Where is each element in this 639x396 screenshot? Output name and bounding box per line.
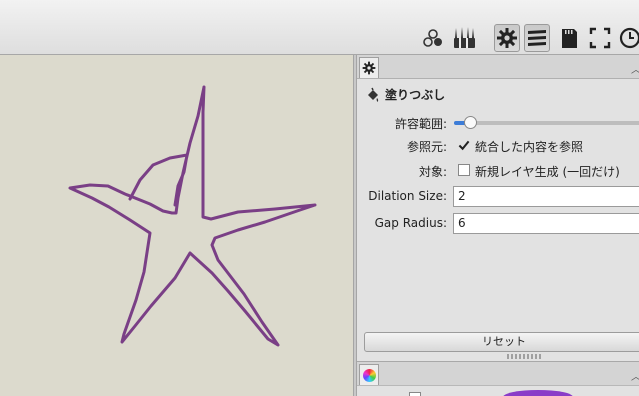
tool-settings-icon[interactable] xyxy=(494,24,520,52)
fullscreen-icon[interactable] xyxy=(587,24,613,52)
checkmark-icon xyxy=(458,140,470,150)
reset-button[interactable]: リセット xyxy=(364,332,639,352)
drawing-canvas[interactable] xyxy=(0,55,353,396)
panel-resize-grip[interactable] xyxy=(507,354,543,359)
tool-settings-panel: ︿ 塗りつぶし 許容範囲: 参照元: 統合した内容を参照 対象: 新規レイヤ生成… xyxy=(357,55,639,361)
tool-name: 塗りつぶし xyxy=(385,88,446,102)
clock-icon[interactable] xyxy=(616,24,639,52)
target-checkbox[interactable] xyxy=(458,164,470,176)
target-row: 対象: 新規レイヤ生成 (一回だけ) xyxy=(357,159,639,181)
tolerance-slider-knob[interactable] xyxy=(464,116,477,129)
layers-list-icon[interactable] xyxy=(524,24,550,52)
reference-checkbox[interactable] xyxy=(458,139,470,151)
gap-label: Gap Radius: xyxy=(374,216,447,230)
color-panel-collapse-icon[interactable]: ︿ xyxy=(631,368,639,383)
top-toolbar xyxy=(0,0,639,55)
color-panel-body xyxy=(357,386,639,396)
gap-radius-input[interactable]: 6 xyxy=(453,213,639,234)
star-drawing xyxy=(68,85,317,347)
reference-label: 参照元: xyxy=(406,140,447,154)
gap-row: Gap Radius: 6 xyxy=(357,212,639,234)
collapse-arrow-icon[interactable]: ︿ xyxy=(631,61,639,76)
color-wheel-icon xyxy=(362,368,376,382)
gear-icon xyxy=(362,61,376,75)
color-panel-tab[interactable] xyxy=(359,364,379,385)
memory-card-icon[interactable] xyxy=(556,24,582,52)
layers-circles-icon[interactable] xyxy=(420,24,446,52)
target-label: 対象: xyxy=(418,165,447,179)
panel-header: ︿ xyxy=(357,55,639,79)
tolerance-slider[interactable] xyxy=(454,116,639,129)
color-panel-header: ︿ xyxy=(357,361,639,386)
tool-title: 塗りつぶし xyxy=(365,86,445,103)
tool-settings-tab[interactable] xyxy=(359,57,379,78)
target-option-text: 新規レイヤ生成 (一回だけ) xyxy=(475,165,620,179)
reference-row: 参照元: 統合した内容を参照 xyxy=(357,134,639,156)
tolerance-label: 許容範囲: xyxy=(394,117,447,131)
tolerance-row: 許容範囲: xyxy=(357,111,639,133)
reference-option-text: 統合した内容を参照 xyxy=(475,140,584,154)
color-preview-swatch xyxy=(503,390,573,396)
color-panel-checkbox[interactable] xyxy=(409,392,421,396)
brushes-icon[interactable] xyxy=(451,24,477,52)
dilation-label: Dilation Size: xyxy=(368,189,447,203)
dilation-size-input[interactable]: 2 xyxy=(453,186,639,207)
dilation-row: Dilation Size: 2 xyxy=(357,185,639,207)
paint-bucket-icon xyxy=(368,87,379,102)
